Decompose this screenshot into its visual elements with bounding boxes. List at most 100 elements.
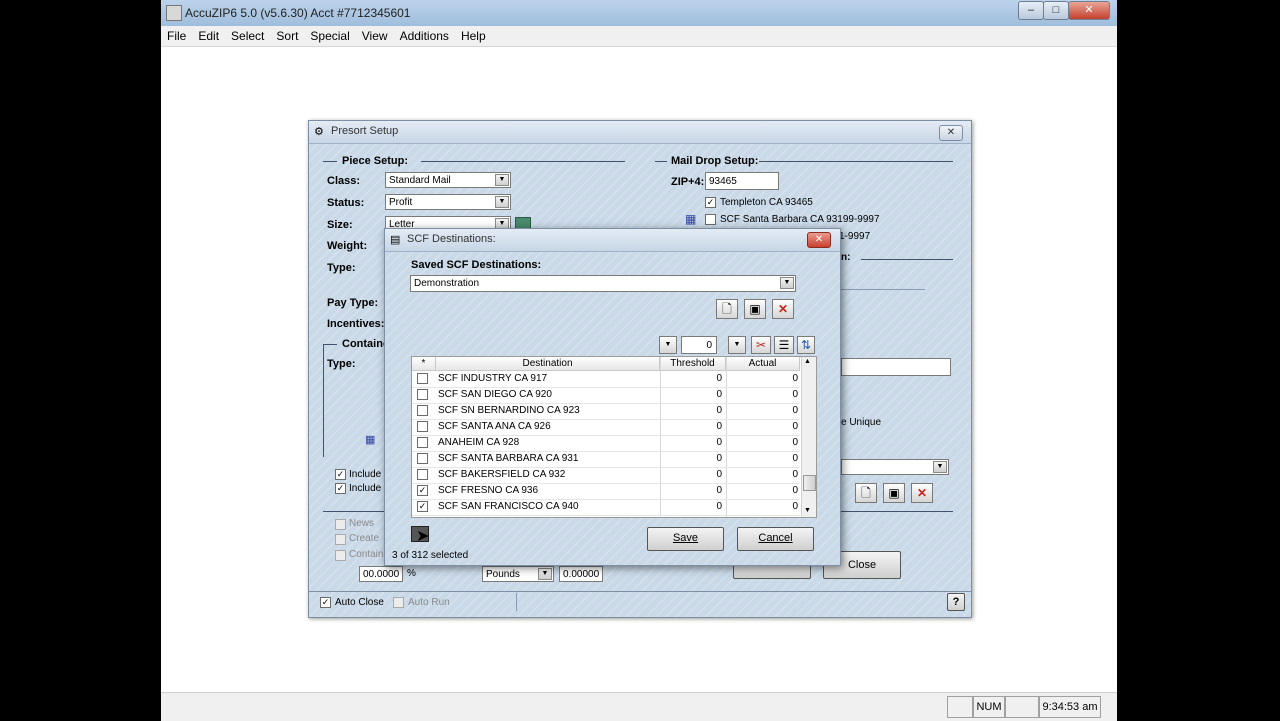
calendar-icon[interactable]: ▦ <box>365 433 375 446</box>
save-list-button[interactable]: ▣ <box>744 299 766 319</box>
scf-sb-checkbox[interactable] <box>705 214 716 225</box>
close-window-button[interactable]: ✕ <box>1068 1 1110 20</box>
scf-close-x-button[interactable]: ✕ <box>807 232 831 248</box>
row-checkbox[interactable] <box>417 437 428 448</box>
threshold-cell[interactable]: 0 <box>660 437 722 448</box>
threshold-cell[interactable]: 0 <box>660 373 722 384</box>
chevron-down-icon: ▼ <box>780 277 794 289</box>
create-label: Create <box>349 533 380 544</box>
cancel-button[interactable]: Cancel <box>737 527 814 551</box>
table-row[interactable]: SCF SANTA ANA CA 926 0 0 <box>412 419 800 436</box>
save-button[interactable]: Save <box>647 527 724 551</box>
col-header-threshold[interactable]: Threshold <box>660 357 726 371</box>
col-header-destination[interactable]: Destination <box>436 357 660 371</box>
filter-dropdown-button[interactable]: ▼ <box>728 336 746 354</box>
row-checkbox[interactable] <box>417 389 428 400</box>
table-row[interactable]: SCF BAKERSFIELD CA 932 0 0 <box>412 467 800 484</box>
menu-file[interactable]: File <box>161 26 192 43</box>
right-text-input[interactable] <box>841 358 951 376</box>
calendar-icon[interactable]: ▦ <box>685 212 696 226</box>
scf-title-bar[interactable]: ▤ SCF Destinations: ✕ <box>385 229 840 252</box>
minimize-button[interactable]: – <box>1018 1 1044 20</box>
threshold-cell[interactable]: 0 <box>660 485 722 496</box>
menu-view[interactable]: View <box>356 26 394 43</box>
news-checkbox[interactable] <box>335 519 346 530</box>
counter-dropdown-button[interactable]: ▼ <box>659 336 677 354</box>
scroll-thumb[interactable] <box>803 475 816 491</box>
menu-sort[interactable]: Sort <box>270 26 304 43</box>
help-button[interactable]: ? <box>947 593 965 611</box>
scroll-down-icon[interactable]: ▼ <box>804 507 811 514</box>
right-select[interactable]: ▼ <box>841 459 949 475</box>
table-row[interactable]: SCF INDUSTRY CA 917 0 0 <box>412 371 800 388</box>
include-label-1: Include <box>349 469 382 480</box>
menu-edit[interactable]: Edit <box>192 26 225 43</box>
weight-value-input[interactable]: 0.00000 <box>559 566 603 582</box>
table-row[interactable]: SCF SN BERNARDINO CA 923 0 0 <box>412 403 800 420</box>
table-row[interactable]: SCF SANTA BARBARA CA 931 0 0 <box>412 451 800 468</box>
row-checkbox[interactable] <box>417 405 428 416</box>
row-checkbox[interactable] <box>417 469 428 480</box>
scf-destinations-table: * Destination Threshold Actual SCF INDUS… <box>411 356 817 518</box>
divider <box>516 593 517 611</box>
clear-selection-button[interactable]: ✂ <box>751 336 771 354</box>
threshold-cell[interactable]: 0 <box>660 501 722 512</box>
status-bar: NUM 9:34:53 am <box>161 692 1117 721</box>
include-checkbox-1[interactable]: ✓ <box>335 469 346 480</box>
row-checkbox[interactable]: ✓ <box>417 501 428 512</box>
status-select[interactable]: Profit ▼ <box>385 194 511 210</box>
sort-icon[interactable]: ⇅ <box>797 336 815 354</box>
threshold-cell[interactable]: 0 <box>660 453 722 464</box>
scf-destinations-dialog: ▤ SCF Destinations: ✕ Saved SCF Destinat… <box>384 228 841 566</box>
auto-close-checkbox[interactable]: ✓ <box>320 597 331 608</box>
templeton-checkbox[interactable]: ✓ <box>705 197 716 208</box>
threshold-cell[interactable]: 0 <box>660 389 722 400</box>
class-select[interactable]: Standard Mail ▼ <box>385 172 511 188</box>
saved-scf-select[interactable]: Demonstration ▼ <box>410 275 796 292</box>
counter-input[interactable]: 0 <box>681 336 717 354</box>
auto-run-checkbox[interactable] <box>393 597 404 608</box>
col-header-actual[interactable]: Actual <box>726 357 800 371</box>
row-checkbox[interactable] <box>417 453 428 464</box>
table-row[interactable]: SCF SAN DIEGO CA 920 0 0 <box>412 387 800 404</box>
type-label: Type: <box>327 262 356 274</box>
menu-special[interactable]: Special <box>304 26 355 43</box>
maximize-button[interactable]: □ <box>1043 1 1069 20</box>
presort-title-bar[interactable]: ⚙ Presort Setup ✕ <box>309 121 971 144</box>
table-scrollbar[interactable]: ▲ ▼ <box>801 357 816 517</box>
chevron-down-icon: ▼ <box>538 568 552 580</box>
menu-select[interactable]: Select <box>225 26 270 43</box>
save-file-button[interactable]: ▣ <box>883 483 905 503</box>
menu-help[interactable]: Help <box>455 26 492 43</box>
create-checkbox[interactable] <box>335 534 346 545</box>
threshold-cell[interactable]: 0 <box>660 469 722 480</box>
delete-list-button[interactable]: ✕ <box>772 299 794 319</box>
list-view-icon[interactable]: ☰ <box>774 336 794 354</box>
row-checkbox[interactable] <box>417 421 428 432</box>
delete-button[interactable]: ✕ <box>911 483 933 503</box>
zip-input[interactable]: 93465 <box>705 172 779 190</box>
chevron-down-icon: ▼ <box>495 196 509 208</box>
status-cell-empty-2 <box>1005 696 1039 718</box>
threshold-cell[interactable]: 0 <box>660 405 722 416</box>
divider <box>841 289 925 290</box>
table-row[interactable]: ✓ SCF SAN FRANCISCO CA 940 0 0 <box>412 499 800 516</box>
menu-additions[interactable]: Additions <box>394 26 455 43</box>
col-header-select[interactable]: * <box>412 357 436 371</box>
presort-close-x-button[interactable]: ✕ <box>939 125 963 141</box>
templeton-label: Templeton CA 93465 <box>720 197 813 208</box>
threshold-cell[interactable]: 0 <box>660 421 722 432</box>
row-checkbox[interactable]: ✓ <box>417 485 428 496</box>
include-checkbox-2[interactable]: ✓ <box>335 483 346 494</box>
table-row[interactable]: ANAHEIM CA 928 0 0 <box>412 435 800 452</box>
table-row[interactable]: ✓ SCF FRESNO CA 936 0 0 <box>412 483 800 500</box>
percent-input[interactable]: 00.0000 <box>359 566 403 582</box>
contain-checkbox[interactable] <box>335 550 346 561</box>
new-list-button[interactable]: 🗋 <box>716 299 738 319</box>
row-checkbox[interactable] <box>417 373 428 384</box>
new-file-button[interactable]: 🗋 <box>855 483 877 503</box>
chevron-down-icon: ▼ <box>495 174 509 186</box>
pounds-select[interactable]: Pounds ▼ <box>482 566 554 582</box>
title-bar[interactable]: AccuZIP6 5.0 (v5.6.30) Acct #7712345601 … <box>161 0 1117 27</box>
scroll-up-icon[interactable]: ▲ <box>804 358 811 365</box>
